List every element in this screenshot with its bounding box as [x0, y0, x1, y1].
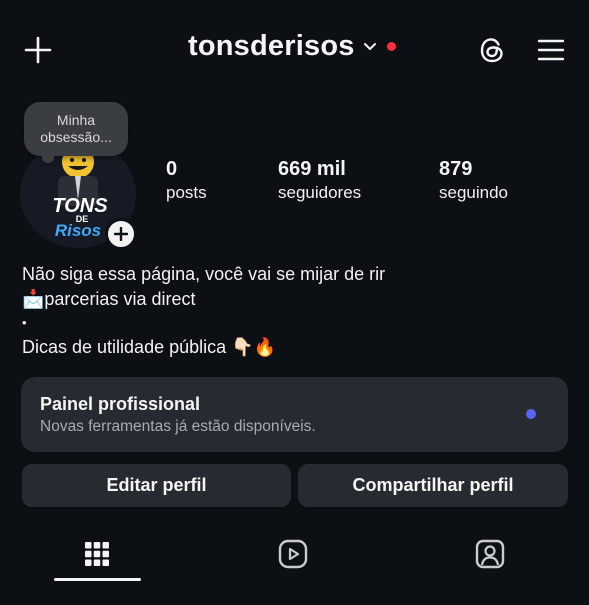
stat-posts-value: 0: [166, 158, 178, 180]
stat-followers-label: seguidores: [278, 183, 362, 202]
stat-following-value: 879: [439, 158, 473, 180]
add-story-button[interactable]: [105, 218, 137, 250]
notification-dot: [386, 42, 396, 51]
note-text: Minha obsessão...: [40, 112, 112, 145]
menu-icon: [537, 39, 565, 61]
stat-followers[interactable]: 669 mil seguidores: [278, 157, 361, 205]
grid-icon: [85, 542, 109, 566]
professional-dashboard[interactable]: Painel profissional Novas ferramentas já…: [21, 377, 568, 452]
bio: Não siga essa página, você vai se mijar …: [22, 262, 385, 360]
stat-posts[interactable]: 0 posts: [166, 157, 207, 205]
panel-subtitle: Novas ferramentas já estão disponíveis.: [40, 418, 316, 435]
threads-button[interactable]: [474, 32, 510, 68]
tagged-icon: [475, 539, 505, 569]
threads-icon: [480, 38, 503, 63]
new-indicator-dot: [526, 409, 536, 419]
stat-followers-value: 669 mil: [278, 158, 346, 180]
bio-line: Dicas de utilidade pública 👇🏻🔥: [22, 337, 276, 357]
bio-line: •: [22, 315, 27, 330]
bio-line: 📩parcerias via direct: [22, 288, 196, 309]
reels-icon: [278, 539, 308, 569]
stat-following[interactable]: 879 seguindo: [439, 157, 508, 205]
tab-grid[interactable]: [67, 532, 127, 576]
plus-icon: [114, 227, 128, 241]
tab-tagged[interactable]: [460, 532, 520, 576]
panel-title: Painel profissional: [40, 394, 201, 414]
create-button[interactable]: [20, 32, 56, 68]
bio-line: Não siga essa página, você vai se mijar …: [22, 264, 386, 284]
menu-button[interactable]: [533, 32, 569, 68]
account-switcher[interactable]: tonsderisos: [188, 30, 396, 63]
avatar-text-bottom: Risos: [55, 221, 101, 240]
selected-tab-indicator: [54, 578, 141, 581]
edit-profile-button[interactable]: Editar perfil: [22, 464, 291, 507]
username: tonsderisos: [188, 30, 355, 62]
share-profile-label: Compartilhar perfil: [352, 475, 514, 495]
tab-reels[interactable]: [263, 532, 323, 576]
plus-icon: [24, 36, 52, 64]
share-profile-button[interactable]: Compartilhar perfil: [298, 464, 568, 507]
note-bubble[interactable]: Minha obsessão...: [24, 102, 128, 163]
chevron-down-icon: [363, 42, 376, 50]
stat-posts-label: posts: [166, 183, 207, 202]
edit-profile-label: Editar perfil: [106, 475, 207, 495]
stat-following-label: seguindo: [439, 183, 509, 202]
